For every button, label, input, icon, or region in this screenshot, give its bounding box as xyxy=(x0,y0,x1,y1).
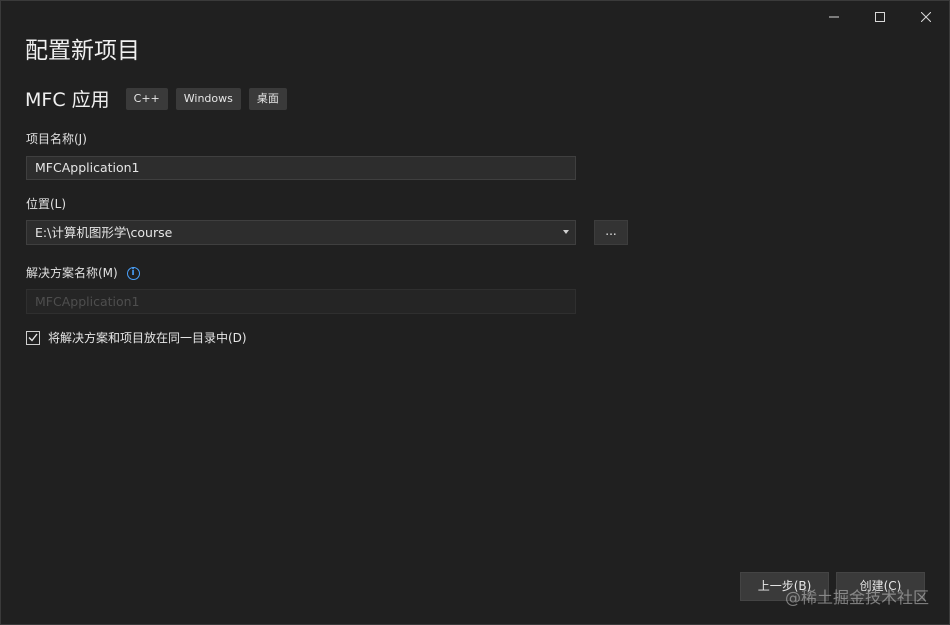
location-value: E:\计算机图形学\course xyxy=(35,225,173,240)
solution-name-label: 解决方案名称(M) xyxy=(26,266,118,280)
watermark-text: @稀土掘金技术社区 xyxy=(784,588,929,607)
location-combobox[interactable]: E:\计算机图形学\course xyxy=(26,220,576,245)
chevron-down-icon[interactable] xyxy=(563,230,569,234)
tag-language: C++ xyxy=(125,87,168,110)
browse-button[interactable]: ... xyxy=(594,220,628,245)
maximize-icon xyxy=(875,12,885,22)
minimize-button[interactable] xyxy=(811,1,857,33)
minimize-icon xyxy=(829,16,839,18)
page-title: 配置新项目 xyxy=(25,38,140,64)
solution-name-label-row: 解决方案名称(M) i xyxy=(26,264,140,281)
close-icon xyxy=(921,12,931,22)
info-icon[interactable]: i xyxy=(126,267,140,280)
template-header: MFC 应用 C++ Windows 桌面 xyxy=(25,85,295,112)
dialog-window: 配置新项目 MFC 应用 C++ Windows 桌面 项目名称(J) MFCA… xyxy=(0,0,950,625)
same-directory-checkbox[interactable] xyxy=(26,330,40,345)
same-directory-option[interactable]: 将解决方案和项目放在同一目录中(D) xyxy=(26,329,247,346)
tag-platform: Windows xyxy=(175,87,241,110)
close-button[interactable] xyxy=(903,1,949,33)
location-label: 位置(L) xyxy=(26,197,67,211)
template-name: MFC 应用 xyxy=(25,89,110,111)
titlebar-controls xyxy=(811,1,949,33)
maximize-button[interactable] xyxy=(857,1,903,33)
project-name-input[interactable]: MFCApplication1 xyxy=(26,156,576,180)
same-directory-label: 将解决方案和项目放在同一目录中(D) xyxy=(48,331,247,345)
project-name-label: 项目名称(J) xyxy=(26,132,87,146)
solution-name-input: MFCApplication1 xyxy=(26,289,576,314)
tag-project-type: 桌面 xyxy=(248,87,287,110)
checkmark-icon xyxy=(28,333,38,342)
